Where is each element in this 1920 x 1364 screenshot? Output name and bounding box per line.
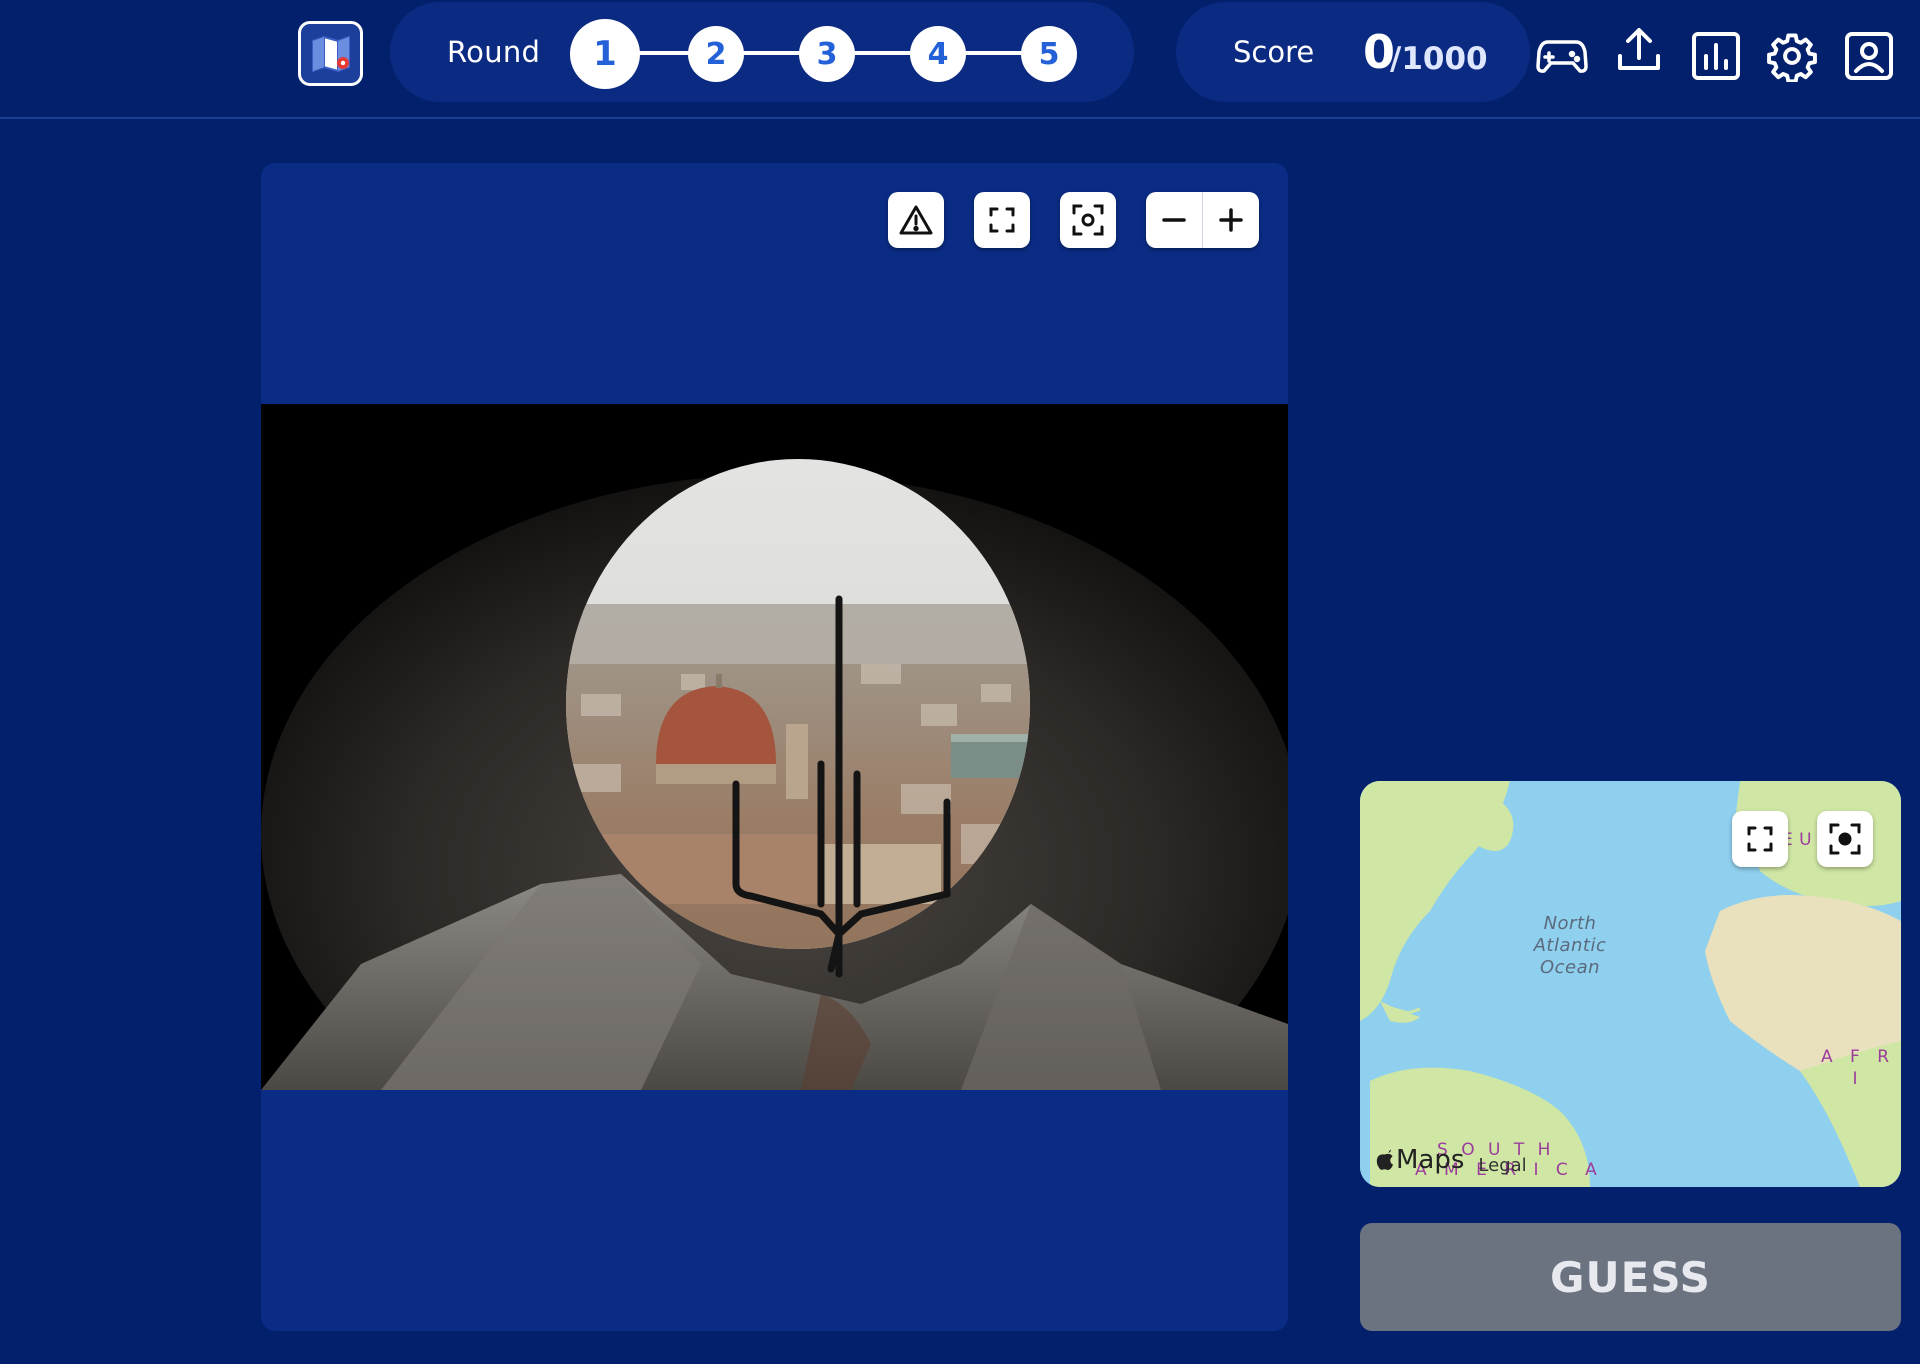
round-4-indicator: 4 [910,26,966,82]
upload-icon[interactable] [1611,22,1667,78]
apple-maps-logo: Maps [1376,1145,1464,1175]
score-display: Score 0 /1000 [1176,2,1530,102]
fullscreen-button[interactable] [974,192,1030,248]
score-max: /1000 [1390,41,1488,77]
stats-chart-icon[interactable] [1688,28,1744,84]
zoom-out-button[interactable] [1146,192,1202,248]
gamepad-icon[interactable] [1534,28,1590,84]
map-logo-icon[interactable] [298,21,363,86]
gear-icon[interactable] [1764,28,1820,84]
recenter-button[interactable] [1060,192,1116,248]
map-expand-button[interactable] [1732,811,1788,867]
zoom-in-button[interactable] [1203,192,1259,248]
profile-icon[interactable] [1841,28,1897,84]
zoom-controls [1146,192,1259,248]
top-bar: Round 1 2 3 4 5 Score 0 /1000 [0,0,1920,119]
legal-link[interactable]: Legal [1478,1155,1526,1176]
round-label: Round [447,35,541,69]
location-photo-panel [261,163,1288,1331]
round-2-indicator: 2 [688,26,744,82]
map-attribution: Maps Legal [1376,1145,1527,1176]
apple-icon [1376,1149,1393,1170]
score-label: Score [1233,35,1315,69]
report-button[interactable] [888,192,944,248]
guess-minimap[interactable]: North Atlantic Ocean E U R O P A F R I S… [1360,781,1901,1187]
maps-attribution-text: Maps [1396,1145,1465,1175]
florence-rooftop-photo [261,404,1288,1090]
location-photo[interactable] [261,404,1288,1090]
round-1-indicator: 1 [570,19,640,89]
round-5-indicator: 5 [1021,26,1077,82]
map-recenter-button[interactable] [1817,811,1873,867]
ocean-label: North Atlantic Ocean [1533,913,1607,978]
round-tracker: Round 1 2 3 4 5 [390,2,1134,102]
round-3-indicator: 3 [799,26,855,82]
guess-button[interactable]: GUESS [1360,1223,1901,1331]
africa-label: A F R I [1820,1047,1896,1089]
